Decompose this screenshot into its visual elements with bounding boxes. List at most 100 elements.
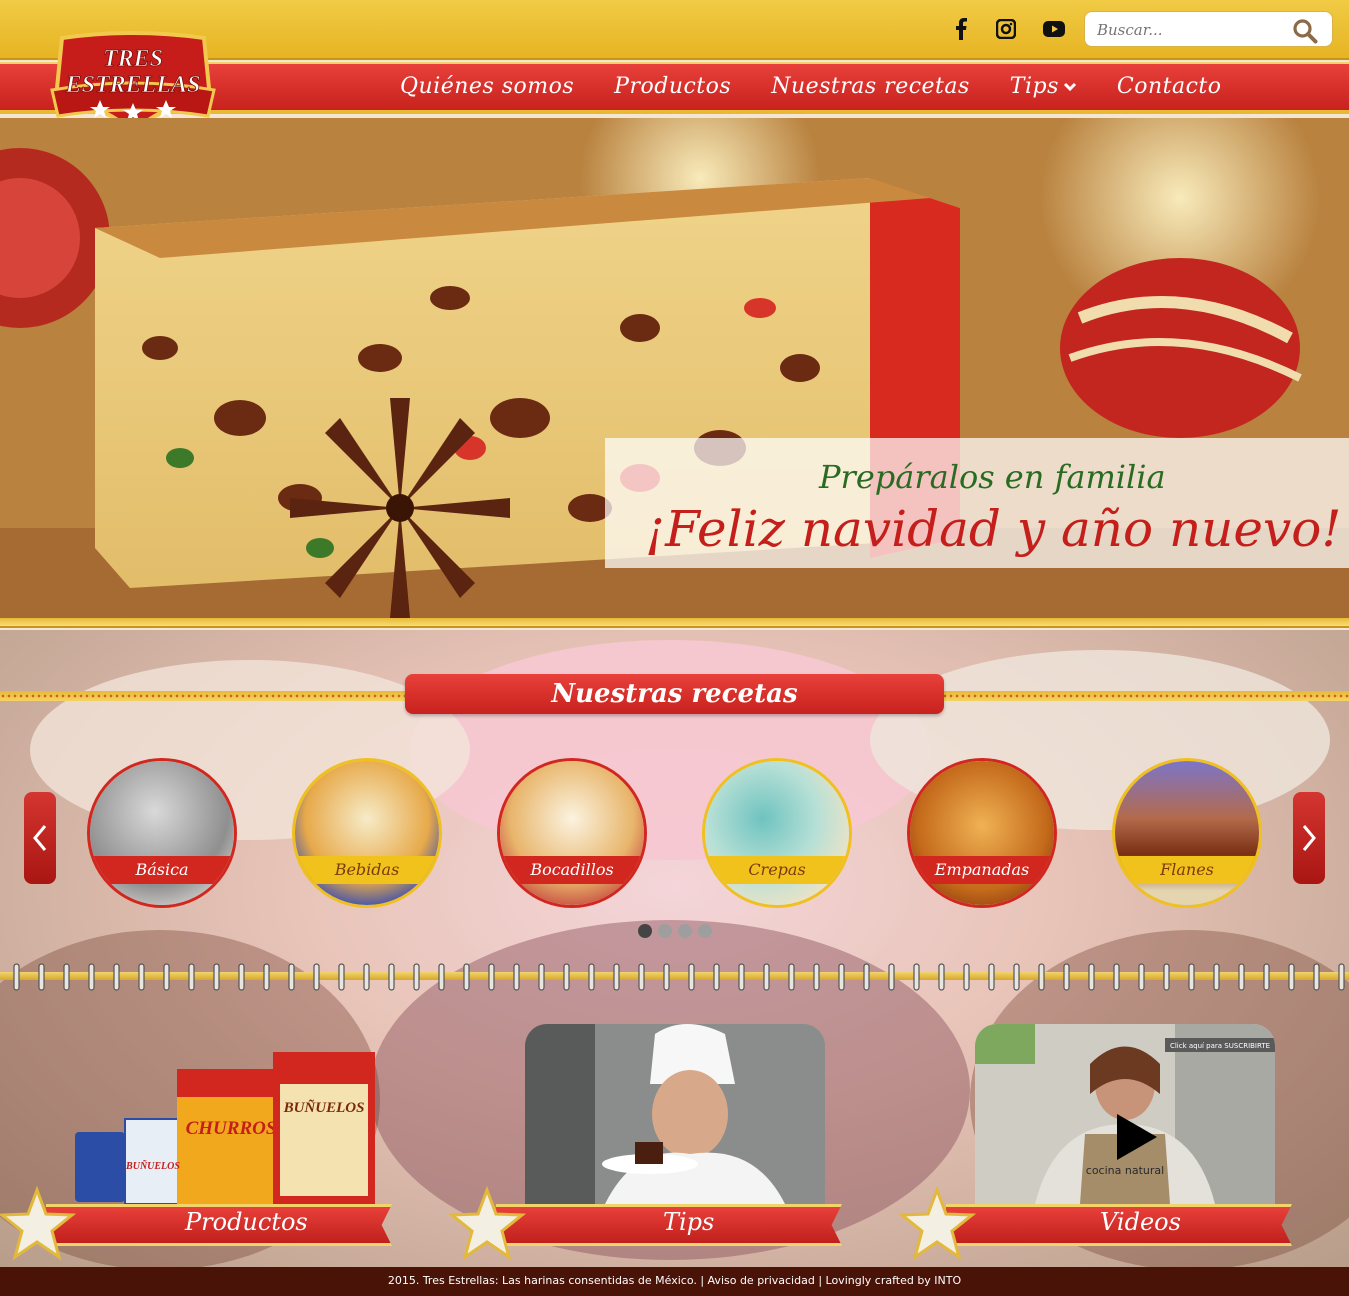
spiral-ring — [1313, 963, 1320, 991]
spiral-ring — [1088, 963, 1095, 991]
videos-ribbon[interactable]: Videos — [898, 1186, 1292, 1261]
carousel-prev-button[interactable] — [24, 792, 56, 884]
recipe-bebidas[interactable]: Bebidas — [292, 758, 442, 908]
videos-card[interactable]: Click aquí para SUSCRIBIRTE cocina natur… — [975, 1024, 1275, 1204]
spiral-ring — [863, 963, 870, 991]
chevron-right-icon — [1302, 825, 1316, 851]
spiral-divider — [0, 962, 1349, 994]
svg-text:Click aquí para SUSCRIBIRTE: Click aquí para SUSCRIBIRTE — [1170, 1042, 1270, 1050]
spiral-ring — [588, 963, 595, 991]
spiral-ring — [1188, 963, 1195, 991]
nav-tips[interactable]: Tips — [1010, 74, 1077, 99]
hero-border — [0, 618, 1349, 628]
products-ribbon[interactable]: Productos — [0, 1186, 392, 1261]
spiral-ring — [1163, 963, 1170, 991]
recipe-label: Flanes — [1115, 856, 1259, 884]
recipe-label: Bocadillos — [500, 856, 644, 884]
svg-text:CHURROS: CHURROS — [186, 1118, 277, 1139]
spiral-ring — [213, 963, 220, 991]
spiral-ring — [938, 963, 945, 991]
star-icon — [0, 1186, 76, 1261]
search-input[interactable] — [1097, 19, 1287, 41]
svg-text:BUÑUELOS: BUÑUELOS — [125, 1160, 180, 1172]
spiral-ring — [263, 963, 270, 991]
spiral-ring — [1038, 963, 1045, 991]
spiral-ring — [738, 963, 745, 991]
instagram-icon[interactable] — [994, 17, 1018, 41]
hero-title: ¡Feliz navidad y año nuevo! — [645, 500, 1342, 558]
svg-text:cocina natural: cocina natural — [1086, 1164, 1164, 1177]
pager-dot[interactable] — [638, 924, 652, 938]
play-icon[interactable] — [1115, 1112, 1159, 1162]
spiral-ring — [988, 963, 995, 991]
spiral-ring — [388, 963, 395, 991]
spiral-ring — [238, 963, 245, 991]
spiral-ring — [88, 963, 95, 991]
youtube-icon[interactable] — [1042, 17, 1066, 41]
spiral-ring — [763, 963, 770, 991]
spiral-ring — [313, 963, 320, 991]
spiral-ring — [688, 963, 695, 991]
nav-nuestras-recetas[interactable]: Nuestras recetas — [771, 74, 970, 99]
spiral-ring — [1213, 963, 1220, 991]
pager-dot[interactable] — [698, 924, 712, 938]
spiral-ring — [113, 963, 120, 991]
spiral-ring — [338, 963, 345, 991]
spiral-ring — [838, 963, 845, 991]
spiral-ring — [1288, 963, 1295, 991]
spiral-ring — [663, 963, 670, 991]
search-box — [1084, 11, 1333, 47]
spiral-ring — [188, 963, 195, 991]
spiral-ring — [538, 963, 545, 991]
svg-text:TRES: TRES — [103, 46, 163, 72]
spiral-ring — [488, 963, 495, 991]
spiral-ring — [1063, 963, 1070, 991]
footer-text: 2015. Tres Estrellas: Las harinas consen… — [387, 1274, 962, 1287]
star-icon — [448, 1186, 526, 1261]
spiral-ring — [1013, 963, 1020, 991]
spiral-ring — [163, 963, 170, 991]
recipe-empanadas[interactable]: Empanadas — [907, 758, 1057, 908]
tips-card[interactable] — [525, 1024, 825, 1204]
spiral-ring — [63, 963, 70, 991]
products-card[interactable]: CHURROS BUÑUELOS BUÑUELOS — [75, 1024, 375, 1204]
spiral-ring — [513, 963, 520, 991]
spiral-ring — [438, 963, 445, 991]
recipe-basica[interactable]: Básica — [87, 758, 237, 908]
hero-subtitle: Prepáralos en familia — [819, 458, 1166, 496]
spiral-ring — [463, 963, 470, 991]
search-icon[interactable] — [1292, 18, 1318, 44]
spiral-ring — [13, 963, 20, 991]
recipes-section-title: Nuestras recetas — [405, 674, 944, 714]
nav-contacto[interactable]: Contacto — [1117, 74, 1222, 99]
chevron-left-icon — [33, 825, 47, 851]
spiral-ring — [1113, 963, 1120, 991]
nav-productos[interactable]: Productos — [614, 74, 731, 99]
spiral-ring — [638, 963, 645, 991]
recipe-label: Crepas — [705, 856, 849, 884]
recipe-label: Bebidas — [295, 856, 439, 884]
recipe-label: Básica — [90, 856, 234, 884]
videos-label: Videos — [1100, 1208, 1181, 1236]
spiral-ring — [888, 963, 895, 991]
nav-quienes-somos[interactable]: Quiénes somos — [400, 74, 574, 99]
recipe-label: Empanadas — [910, 856, 1054, 884]
carousel-next-button[interactable] — [1293, 792, 1325, 884]
spiral-ring — [1138, 963, 1145, 991]
recipe-crepas[interactable]: Crepas — [702, 758, 852, 908]
spiral-ring — [613, 963, 620, 991]
spiral-ring — [38, 963, 45, 991]
tips-ribbon[interactable]: Tips — [448, 1186, 842, 1261]
spiral-ring — [813, 963, 820, 991]
spiral-ring — [1238, 963, 1245, 991]
spiral-ring — [413, 963, 420, 991]
recipe-flanes[interactable]: Flanes — [1112, 758, 1262, 908]
facebook-icon[interactable] — [949, 17, 973, 41]
recipe-bocadillos[interactable]: Bocadillos — [497, 758, 647, 908]
spiral-ring — [563, 963, 570, 991]
tips-label: Tips — [663, 1208, 715, 1236]
pager-dot[interactable] — [678, 924, 692, 938]
spiral-ring — [363, 963, 370, 991]
pager-dot[interactable] — [658, 924, 672, 938]
chevron-down-icon — [1063, 82, 1076, 91]
